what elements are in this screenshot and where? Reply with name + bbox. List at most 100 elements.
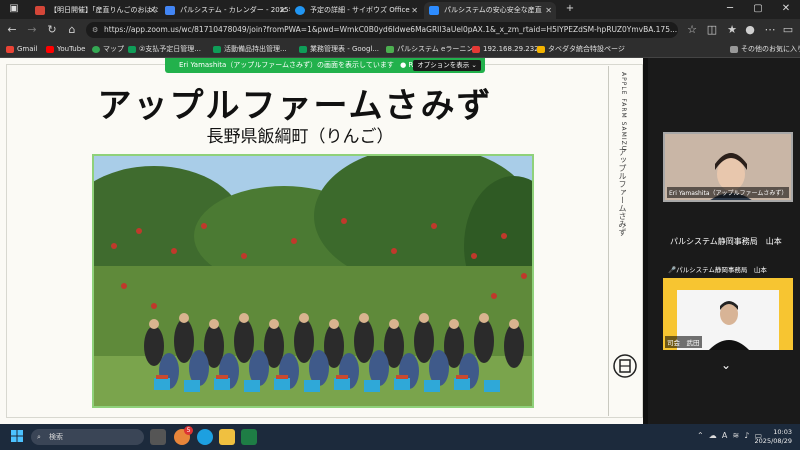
ime-icon[interactable]: A xyxy=(722,431,727,440)
more-options-icon[interactable]: ⋯ xyxy=(762,22,778,38)
bookmark-label: YouTube xyxy=(57,45,86,53)
bookmark-elearning[interactable]: パルシステム eラーニン... xyxy=(386,43,480,56)
chevron-up-icon[interactable]: ⌃ xyxy=(697,431,704,440)
taskbar-clock[interactable]: 10:03 2025/08/29 xyxy=(755,428,792,446)
windows-start-icon[interactable] xyxy=(11,430,23,442)
rec-dot-icon: ● xyxy=(400,61,407,69)
bookmark-task-sheet[interactable]: 業務管理表 - Googl... xyxy=(299,43,379,56)
excel-icon[interactable] xyxy=(241,429,257,445)
bookmark-label: タベダタ統合特設ページ xyxy=(548,45,625,53)
tab-2[interactable]: パルシステム - カレンダー - 2025年 8月 ✕ xyxy=(160,2,290,19)
bookmark-ip[interactable]: 192.168.29.232 xyxy=(472,43,539,56)
view-options-label: オプションを表示 xyxy=(417,61,470,69)
sheets-icon xyxy=(299,46,307,53)
maximize-button[interactable]: ▢ xyxy=(744,2,772,16)
file-explorer-icon[interactable] xyxy=(219,429,235,445)
bookmark-other-favorites[interactable]: その他のお気に入り xyxy=(730,43,800,56)
close-icon[interactable]: ✕ xyxy=(411,2,418,19)
tab-4-active[interactable]: パルシステムの安心安全な産直 ✕ xyxy=(424,2,556,19)
server-icon xyxy=(472,46,480,53)
volume-icon[interactable]: ♪ xyxy=(744,431,749,440)
slide-title: アップルファームさみず xyxy=(97,86,493,126)
elearning-icon xyxy=(386,46,394,53)
task-view-icon[interactable] xyxy=(150,429,166,445)
youtube-icon xyxy=(46,46,54,53)
home-icon[interactable]: ⌂ xyxy=(64,22,80,38)
bookmarks-bar: Gmail YouTube マップ ②支払予定日管理... 活動備品持出管理..… xyxy=(0,41,800,58)
tab-3[interactable]: 予定の詳細 - サイボウズ Office ✕ xyxy=(290,2,422,19)
cloud-icon[interactable]: ☁ xyxy=(709,431,717,440)
split-screen-icon[interactable]: ◫ xyxy=(704,22,720,38)
close-icon[interactable]: ✕ xyxy=(279,2,286,19)
folder-icon xyxy=(730,46,738,53)
cybozu-favicon-icon xyxy=(295,6,305,15)
bookmark-label: その他のお気に入り xyxy=(741,45,800,53)
farm-logo-seal-icon xyxy=(613,354,637,378)
bookmark-label: マップ xyxy=(103,45,124,53)
edge-browser-icon[interactable] xyxy=(197,429,213,445)
address-bar[interactable]: ⚙ https://app.zoom.us/wc/81710478049/joi… xyxy=(86,22,678,38)
participant-panel: Eri Yamashita（アップルファームさみず） パルシステム静岡事務局 山… xyxy=(648,58,800,424)
tab-label: 予定の詳細 - サイボウズ Office xyxy=(310,6,410,14)
tab-label: パルシステム - カレンダー - 2025年 8月 xyxy=(180,6,290,14)
mic-muted-icon: 🎤 xyxy=(668,266,677,274)
favorite-star-icon[interactable]: ☆ xyxy=(684,22,700,38)
tab-1[interactable]: 【明日開催】「産直りんごのおはなし」ロ ✕ xyxy=(30,2,160,19)
new-tab-button[interactable]: + xyxy=(556,2,584,16)
clock-time: 10:03 xyxy=(773,428,792,436)
gmail-favicon-icon xyxy=(35,6,45,15)
search-icon: ⌕ xyxy=(37,433,41,441)
chevron-down-icon[interactable]: ⌄ xyxy=(721,358,731,372)
tab-actions-button[interactable]: ▣ xyxy=(0,2,28,16)
wifi-icon[interactable]: ≋ xyxy=(732,431,739,440)
bookmark-label: ②支払予定日管理... xyxy=(139,45,201,53)
bookmark-label: パルシステム eラーニン... xyxy=(397,45,480,53)
site-info-icon[interactable]: ⚙ xyxy=(92,22,98,38)
vertical-japanese-caption: アップルファームさみず xyxy=(618,148,627,236)
share-banner-text: Eri Yamashita（アップルファームさみず）の画面を表示しています xyxy=(179,61,394,69)
gmail-icon xyxy=(6,46,14,53)
minimize-button[interactable]: ─ xyxy=(716,2,744,16)
participant-video-eri[interactable]: Eri Yamashita（アップルファームさみず） xyxy=(663,132,793,202)
bookmark-label: 192.168.29.232 xyxy=(483,45,539,53)
tabedata-icon xyxy=(537,46,545,53)
back-arrow-icon[interactable]: ← xyxy=(4,22,20,38)
bookmark-label: Gmail xyxy=(17,45,38,53)
bookmark-label: 業務管理表 - Googl... xyxy=(310,45,380,53)
bookmark-label: 活動備品持出管理... xyxy=(224,45,287,53)
view-options-button[interactable]: オプションを表示 ⌄ xyxy=(413,60,481,71)
reload-icon[interactable]: ↻ xyxy=(44,22,60,38)
clock-date: 2025/08/29 xyxy=(754,437,792,445)
bookmark-gmail[interactable]: Gmail xyxy=(6,43,37,56)
participant-name-text: パルシステム静岡事務局 山本 xyxy=(676,266,767,274)
forward-arrow-icon[interactable]: → xyxy=(24,22,40,38)
address-toolbar: ← → ↻ ⌂ ⚙ https://app.zoom.us/wc/8171047… xyxy=(0,19,800,41)
taskbar-search-box[interactable]: ⌕ 検索 xyxy=(31,429,144,445)
bookmark-equipment[interactable]: 活動備品持出管理... xyxy=(213,43,287,56)
search-placeholder: 検索 xyxy=(49,433,63,441)
tab-label: パルシステムの安心安全な産直 xyxy=(444,6,542,14)
bookmark-payment[interactable]: ②支払予定日管理... xyxy=(128,43,201,56)
map-pin-icon xyxy=(92,46,100,53)
widgets-icon[interactable]: 5 xyxy=(174,426,193,445)
sidebar-toggle-icon[interactable]: ▭ xyxy=(780,22,796,38)
participant-video-takeda[interactable]: 司会 武田 xyxy=(663,278,793,350)
close-icon[interactable]: ✕ xyxy=(149,2,156,19)
participant-name-large: パルシステム静岡事務局 山本 xyxy=(670,237,782,246)
orchard-photo-image xyxy=(94,156,532,406)
tab-label: 【明日開催】「産直りんごのおはなし」ロ xyxy=(50,6,160,14)
vertical-english-caption: APPLE FARM SAMIZU xyxy=(620,72,627,152)
close-icon[interactable]: ✕ xyxy=(545,2,552,19)
system-tray[interactable]: ⌃ ☁ A ≋ ♪ ▭ xyxy=(697,431,762,440)
participant-name-label: Eri Yamashita（アップルファームさみず） xyxy=(667,187,790,198)
profile-avatar-icon[interactable]: ● xyxy=(742,22,758,38)
zoom-favicon-icon xyxy=(429,6,439,15)
close-window-button[interactable]: ✕ xyxy=(772,2,800,16)
shared-screen: Eri Yamashita（アップルファームさみず）の画面を表示しています ● … xyxy=(0,58,643,424)
slide-subtitle: 長野県飯綱町（りんご） xyxy=(206,127,394,147)
bookmark-tabedata[interactable]: タベダタ統合特設ページ xyxy=(537,43,625,56)
collections-icon[interactable]: ★ xyxy=(724,22,740,38)
bookmark-youtube[interactable]: YouTube xyxy=(46,43,85,56)
bookmark-maps[interactable]: マップ xyxy=(92,43,124,56)
vertical-divider xyxy=(608,66,609,416)
